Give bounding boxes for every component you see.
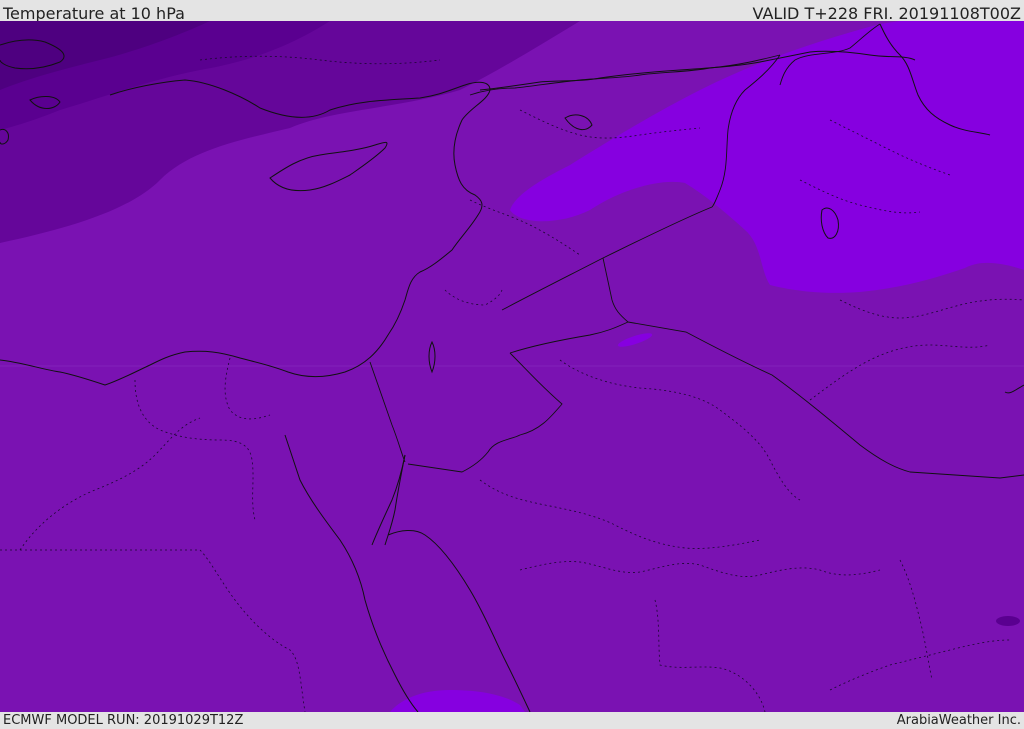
credit-label: ArabiaWeather Inc. (896, 713, 1021, 728)
map-canvas[interactable] (0, 21, 1024, 712)
model-run-label: ECMWF MODEL RUN: 20191029T12Z (3, 713, 244, 728)
map-panel[interactable] (0, 21, 1024, 712)
temperature-cold-spot (996, 616, 1020, 626)
header-bar: Temperature at 10 hPa VALID T+228 FRI. 2… (0, 0, 1024, 23)
footer-bar: ECMWF MODEL RUN: 20191029T12Z ArabiaWeat… (0, 712, 1024, 729)
